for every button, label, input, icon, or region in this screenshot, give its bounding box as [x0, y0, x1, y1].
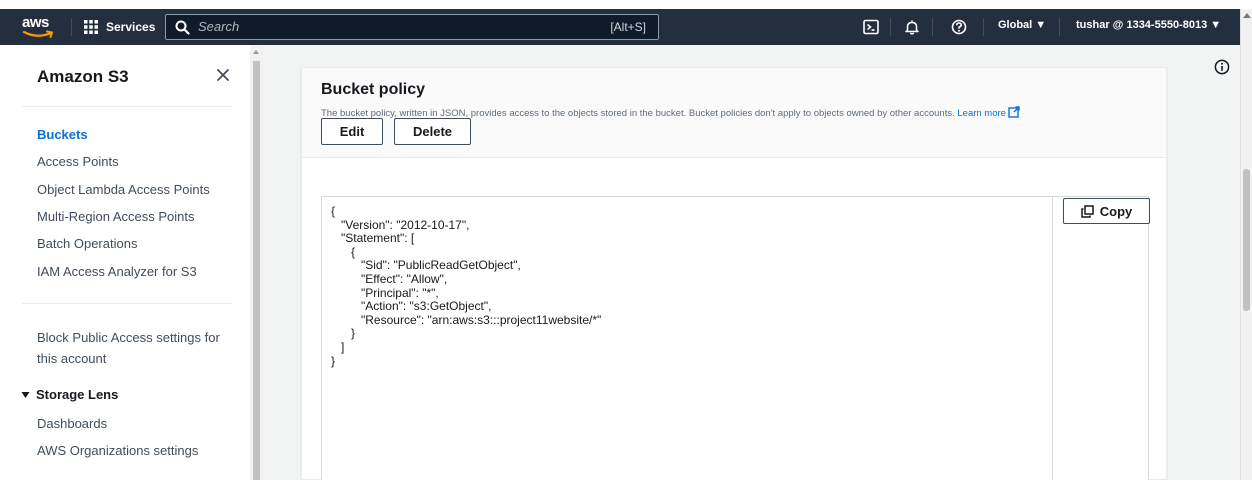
code-line: "Principal": "*",: [331, 285, 439, 300]
sidebar-item-dashboards[interactable]: Dashboards: [37, 414, 107, 434]
code-line: }: [331, 326, 356, 341]
search-shortcut-hint: [Alt+S]: [610, 20, 646, 34]
sidebar-item-block-public-access[interactable]: Block Public Access settings for this ac…: [37, 327, 232, 369]
bucket-policy-title: Bucket policy: [321, 81, 426, 98]
edit-button-label: Edit: [339, 124, 365, 139]
notifications-button[interactable]: [902, 17, 922, 37]
delete-button-label: Delete: [412, 124, 453, 139]
copy-button[interactable]: Copy: [1063, 198, 1150, 224]
storage-lens-section-toggle[interactable]: Storage Lens: [21, 387, 118, 402]
sidebar-divider: [22, 106, 232, 107]
search-icon: [175, 20, 190, 35]
services-menu-button[interactable]: Services: [84, 16, 155, 38]
code-line: "Statement": [: [331, 231, 415, 246]
code-line: "Sid": "PublicReadGetObject",: [331, 258, 521, 273]
sidebar-item-aws-organizations-settings[interactable]: AWS Organizations settings: [37, 441, 198, 461]
sidebar-item-buckets[interactable]: Buckets: [37, 125, 88, 145]
search-input[interactable]: Search [Alt+S]: [165, 14, 659, 40]
sidebar-item-batch-operations[interactable]: Batch Operations: [37, 234, 137, 254]
sidebar-divider: [22, 303, 232, 304]
sidebar-item-access-points[interactable]: Access Points: [37, 152, 119, 172]
info-icon[interactable]: [1214, 59, 1230, 75]
copy-button-label: Copy: [1099, 203, 1133, 219]
account-menu[interactable]: tushar @ 1334-5550-8013 ▼: [1076, 19, 1221, 31]
code-line: ]: [331, 339, 345, 354]
cloudshell-icon: [863, 19, 879, 35]
scroll-up-arrow-icon[interactable]: [1243, 13, 1251, 18]
nav-divider: [932, 18, 933, 36]
nav-divider: [890, 18, 891, 36]
copy-icon: [1081, 204, 1094, 218]
code-line: "Resource": "arn:aws:s3:::project11websi…: [331, 312, 602, 327]
code-line: "Action": "s3:GetObject",: [331, 299, 492, 314]
bell-icon: [905, 20, 919, 35]
edit-button[interactable]: Edit: [321, 118, 383, 145]
sidebar-title: Amazon S3: [37, 67, 129, 86]
page-scrollbar[interactable]: [1240, 9, 1252, 480]
storage-lens-label: Storage Lens: [36, 387, 119, 402]
sidebar-item-multi-region-access-points[interactable]: Multi-Region Access Points: [37, 207, 195, 227]
learn-more-label: Learn more: [957, 108, 1006, 119]
bucket-policy-header: Bucket policy The bucket policy, written…: [302, 68, 1166, 158]
aws-logo[interactable]: aws: [22, 13, 58, 41]
sidebar-scrollbar[interactable]: [250, 45, 263, 480]
code-line: }: [331, 353, 336, 368]
nav-divider: [1059, 18, 1060, 36]
aws-smile-icon: [23, 30, 54, 38]
sidebar-item-iam-access-analyzer[interactable]: IAM Access Analyzer for S3: [37, 262, 197, 282]
cloudshell-button[interactable]: [861, 17, 881, 37]
code-line: {: [331, 204, 336, 218]
code-line: "Effect": "Allow",: [331, 271, 448, 286]
services-grid-icon: [84, 20, 98, 34]
code-line: "Version": "2012-10-17",: [331, 217, 470, 232]
nav-divider: [983, 18, 984, 36]
nav-divider: [71, 18, 72, 36]
policy-json: { "Version": "2012-10-17", "Statement": …: [331, 204, 1041, 368]
scroll-up-arrow-icon[interactable]: [253, 50, 259, 54]
help-icon: [951, 19, 967, 35]
code-viewer-divider: [1052, 197, 1053, 480]
bucket-policy-panel: Bucket policy The bucket policy, written…: [301, 67, 1167, 480]
services-label: Services: [106, 20, 156, 34]
region-selector[interactable]: Global ▼: [998, 19, 1046, 31]
close-icon[interactable]: [215, 67, 231, 83]
sidebar-item-object-lambda-access-points[interactable]: Object Lambda Access Points: [37, 180, 210, 200]
code-line: {: [331, 244, 356, 259]
delete-button[interactable]: Delete: [394, 118, 471, 145]
learn-more-link[interactable]: Learn more: [957, 106, 1020, 119]
top-navigation-bar: aws Services Search [Alt+S] Global ▼ tus…: [0, 9, 1240, 45]
bucket-policy-code-viewer[interactable]: { "Version": "2012-10-17", "Statement": …: [321, 196, 1150, 480]
search-placeholder: Search: [198, 19, 240, 34]
caret-down-icon: [21, 391, 30, 398]
aws-logo-text: aws: [22, 14, 49, 31]
external-link-icon: [1008, 106, 1020, 118]
page-scrollbar-thumb[interactable]: [1243, 169, 1250, 311]
s3-sidebar: Amazon S3 Buckets Access Points Object L…: [0, 45, 250, 480]
help-button[interactable]: [949, 17, 969, 37]
sidebar-scrollbar-thumb[interactable]: [253, 61, 260, 480]
